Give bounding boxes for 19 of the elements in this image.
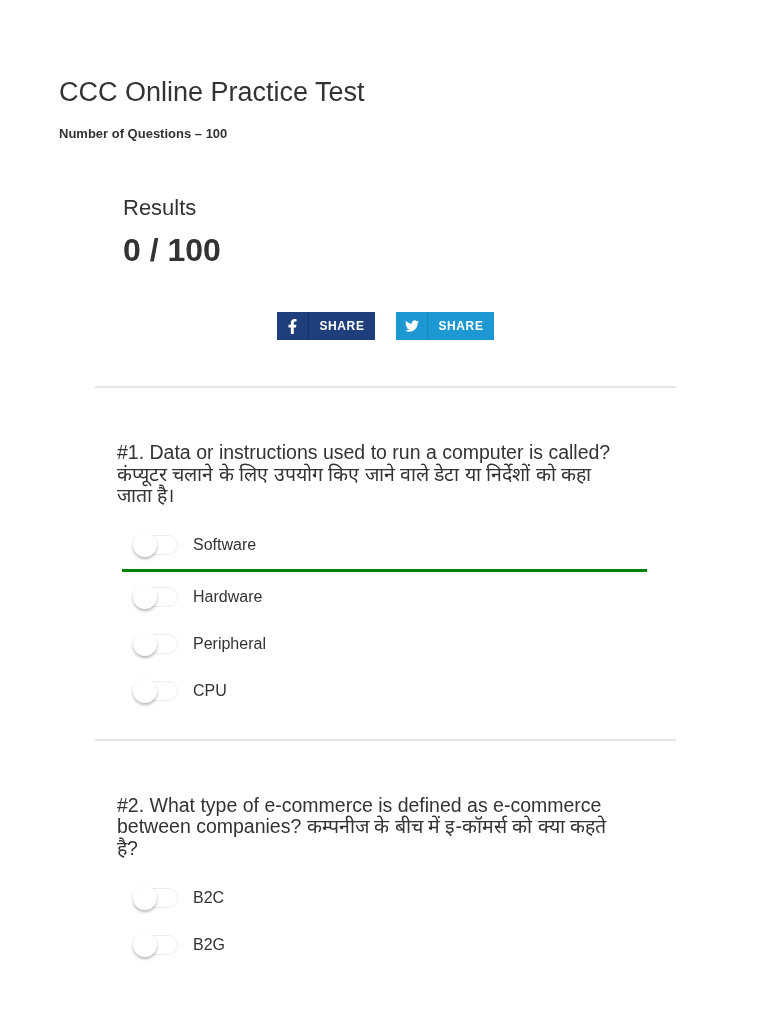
answer-option-label[interactable]: B2G: [193, 932, 225, 957]
toggle-switch[interactable]: [133, 632, 180, 656]
bird-icon: [403, 319, 420, 333]
results-heading: Results: [123, 194, 198, 222]
toggle-switch[interactable]: [133, 533, 180, 557]
question-text: #2. What type of e-commerce is defined as e-commerce between companies? कम्पनीज के बीच में इ-कॉमर्स को क्या कहते है?: [117, 794, 608, 859]
question-text: #1. Data or instructions used to run a computer is called? कंप्यूटर चलाने के लिए उपयोग किए जाने वाले डेटा या निर्देशों को कहा जाता है।: [117, 442, 612, 507]
answer-option-label[interactable]: B2C: [193, 885, 225, 910]
answer-option-label[interactable]: Hardware: [193, 585, 263, 609]
answer-option-label[interactable]: Software: [193, 533, 257, 557]
question-count: Number of Questions – 100: [59, 125, 229, 142]
answer-option-label[interactable]: Peripheral: [193, 632, 266, 656]
toggle-switch[interactable]: [133, 679, 180, 703]
toggle-switch[interactable]: [133, 585, 180, 609]
facebook-icon: [287, 318, 298, 334]
page-title: CCC Online Practice Test: [59, 76, 366, 109]
score-text: 0 / 100: [123, 231, 222, 270]
answer-option-label[interactable]: CPU: [193, 679, 227, 703]
share-button[interactable]: SHARE: [277, 312, 375, 340]
